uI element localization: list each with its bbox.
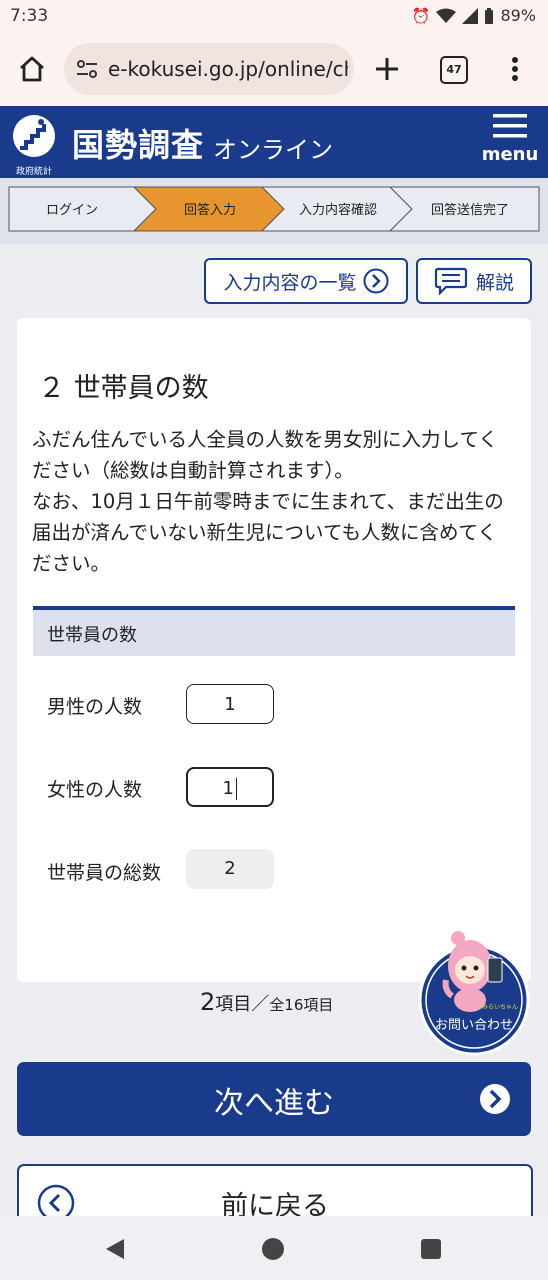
progress-steps: ログイン 回答入力 入力内容確認 回答送信完了 xyxy=(0,178,548,244)
speech-bubble-icon xyxy=(434,267,468,295)
home-circle-icon[interactable] xyxy=(261,1237,285,1261)
government-statistics-logo-icon xyxy=(13,115,55,157)
chevron-right-circle-icon xyxy=(480,1084,510,1114)
status-time: 7:33 xyxy=(10,6,49,26)
progress-current: 2 xyxy=(200,988,216,1016)
contact-label: お問い合わせ xyxy=(434,1018,513,1033)
question-title: ２ 世帯員の数 xyxy=(38,373,209,404)
logo-caption: 政府統計 xyxy=(15,167,52,177)
female-count-value: 1 xyxy=(222,778,234,799)
question-description: ふだん住んでいる人全員の人数を男女別に入力してください（総数は自動計算されます）… xyxy=(32,424,512,579)
site-header: 政府統計 国勢調査 オンライン menu xyxy=(0,106,548,178)
site-subtitle: オンライン xyxy=(213,136,333,164)
site-settings-icon[interactable] xyxy=(76,60,98,78)
system-nav-bar xyxy=(0,1216,548,1280)
new-tab-icon[interactable] xyxy=(374,56,400,82)
mascot-name: みらいちゃん xyxy=(482,1004,519,1011)
battery-icon xyxy=(485,7,494,24)
more-options-icon[interactable] xyxy=(510,56,520,82)
address-bar[interactable]: e-kokusei.go.jp/online/ch xyxy=(64,43,354,95)
total-count-label: 世帯員の総数 xyxy=(47,862,162,884)
home-icon[interactable] xyxy=(18,56,46,82)
help-label: 解説 xyxy=(475,271,514,294)
mascot-contact-icon xyxy=(418,931,530,1056)
status-icons: ⏰ 89% xyxy=(412,6,536,25)
browser-toolbar: e-kokusei.go.jp/online/ch 47 xyxy=(0,34,548,106)
alarm-icon: ⏰ xyxy=(411,6,431,25)
next-button-label: 次へ進む xyxy=(214,1086,334,1121)
site-logo[interactable]: 政府統計 xyxy=(12,114,56,177)
status-bar: 7:33 ⏰ 89% xyxy=(0,0,548,34)
step-complete: 回答送信完了 xyxy=(430,202,509,218)
contact-button[interactable]: みらいちゃん お問い合わせ xyxy=(418,930,530,1056)
section-title: 世帯員の数 xyxy=(47,625,137,646)
step-confirm: 入力内容確認 xyxy=(298,202,377,218)
back-triangle-icon[interactable] xyxy=(104,1238,126,1260)
female-count-label: 女性の人数 xyxy=(47,779,143,801)
recents-square-icon[interactable] xyxy=(420,1238,442,1260)
help-button[interactable]: 解説 xyxy=(416,258,532,304)
step-login: ログイン xyxy=(45,202,98,218)
male-count-label: 男性の人数 xyxy=(47,696,143,718)
url-text: e-kokusei.go.jp/online/ch xyxy=(108,57,348,81)
next-button[interactable]: 次へ進む xyxy=(17,1062,531,1136)
battery-level: 89% xyxy=(500,6,536,25)
item-progress: 2項目／全16項目 xyxy=(200,988,333,1016)
wifi-icon xyxy=(436,8,457,23)
female-count-input[interactable]: 1 xyxy=(186,767,274,807)
tab-switcher-button[interactable]: 47 xyxy=(440,56,468,84)
menu-label: menu xyxy=(481,144,539,165)
total-count-value: 2 xyxy=(186,849,274,889)
progress-total: 全16項目 xyxy=(269,996,334,1014)
menu-button[interactable]: menu xyxy=(480,112,540,165)
step-answer-input: 回答入力 xyxy=(183,202,236,218)
question-desc-2: なお、10月１日午前零時までに生まれて、まだ出生の届出が済んでいない新生児につい… xyxy=(32,490,504,575)
site-title: 国勢調査 xyxy=(72,126,205,164)
hamburger-icon xyxy=(493,114,527,138)
input-list-button[interactable]: 入力内容の一覧 xyxy=(204,258,408,304)
question-desc-1: ふだん住んでいる人全員の人数を男女別に入力してください（総数は自動計算されます）… xyxy=(32,428,498,482)
input-list-label: 入力内容の一覧 xyxy=(223,271,357,294)
text-cursor xyxy=(235,778,238,800)
male-count-input[interactable]: 1 xyxy=(186,684,274,724)
signal-icon xyxy=(462,7,479,24)
section-header: 世帯員の数 xyxy=(33,610,515,656)
chevron-right-circle-icon xyxy=(363,268,388,294)
progress-current-unit: 項目／ xyxy=(215,994,270,1015)
